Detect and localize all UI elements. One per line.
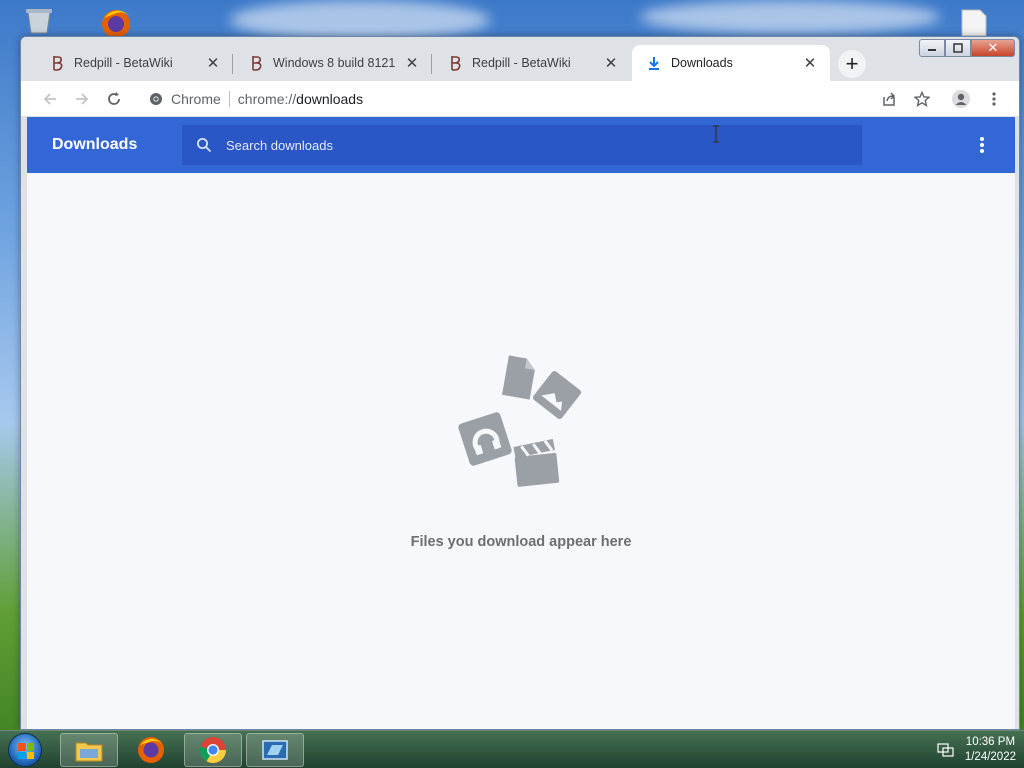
minimize-button[interactable] (919, 39, 945, 57)
forward-button[interactable] (69, 86, 95, 112)
maximize-button[interactable] (945, 39, 971, 57)
tab-title: Downloads (671, 56, 733, 70)
clock-time: 10:36 PM (965, 736, 1016, 748)
downloads-header: Downloads Search downloads (27, 117, 1015, 173)
empty-downloads-illustration-icon (457, 353, 587, 503)
document-desktop-icon[interactable] (956, 8, 992, 37)
site-label: Chrome (171, 91, 221, 107)
search-downloads-input[interactable]: Search downloads (182, 125, 862, 165)
bookmark-star-icon[interactable] (909, 86, 935, 112)
tab-windows-8-build[interactable]: Windows 8 build 8121 - BetaWiki ✕ (234, 45, 432, 81)
download-icon (646, 55, 662, 71)
search-placeholder: Search downloads (226, 137, 333, 153)
toolbar: Chrome chrome:// downloads (21, 81, 1019, 117)
address-bar[interactable]: Chrome chrome:// downloads (139, 85, 999, 113)
firefox-desktop-icon[interactable] (94, 4, 138, 38)
taskbar-chrome-button[interactable] (184, 733, 242, 767)
taskbar: 10:36 PM 1/24/2022 (0, 730, 1024, 768)
betawiki-favicon-icon (49, 55, 65, 71)
chrome-menu-icon[interactable] (981, 86, 1007, 112)
tab-redpill-1[interactable]: Redpill - BetaWiki ✕ (35, 45, 233, 81)
tab-separator (232, 54, 233, 74)
tab-downloads[interactable]: Downloads ✕ (632, 45, 830, 81)
url-scheme: chrome:// (237, 91, 297, 107)
tab-title: Windows 8 build 8121 - BetaWiki (273, 56, 398, 70)
downloads-body: Files you download appear here (27, 173, 1015, 729)
close-tab-icon[interactable]: ✕ (802, 55, 818, 72)
firefox-icon (136, 735, 166, 765)
new-tab-button[interactable]: + (838, 50, 866, 78)
betawiki-favicon-icon (447, 55, 463, 71)
tab-title: Redpill - BetaWiki (74, 56, 173, 70)
share-icon[interactable] (876, 86, 902, 112)
profile-avatar-icon[interactable] (948, 86, 974, 112)
chrome-icon (198, 735, 228, 765)
windows-logo-icon (18, 743, 34, 759)
chrome-window: Redpill - BetaWiki ✕ Windows 8 build 812… (20, 36, 1020, 730)
tab-separator (431, 54, 432, 74)
clock-date: 1/24/2022 (964, 751, 1016, 763)
close-tab-icon[interactable]: ✕ (205, 55, 221, 72)
taskbar-app-button[interactable] (246, 733, 304, 767)
omnibox-divider (228, 91, 230, 107)
desktop-cloud (640, 0, 940, 34)
search-icon (196, 137, 212, 153)
page-title: Downloads (52, 136, 138, 153)
start-button[interactable] (8, 733, 42, 767)
system-tray: 10:36 PM 1/24/2022 (937, 733, 1016, 767)
back-button[interactable] (37, 86, 63, 112)
reload-button[interactable] (101, 86, 127, 112)
tab-title: Redpill - BetaWiki (472, 56, 571, 70)
empty-downloads-message: Files you download appear here (410, 534, 632, 550)
tab-redpill-2[interactable]: Redpill - BetaWiki ✕ (433, 45, 631, 81)
application-window-icon (260, 738, 290, 762)
close-tab-icon[interactable]: ✕ (603, 55, 619, 72)
folder-icon (74, 737, 104, 763)
url-host: downloads (296, 91, 364, 107)
clock[interactable]: 10:36 PM 1/24/2022 (965, 735, 1016, 765)
tab-strip: Redpill - BetaWiki ✕ Windows 8 build 812… (21, 37, 1019, 81)
betawiki-favicon-icon (248, 55, 264, 71)
text-cursor-icon (712, 125, 720, 146)
close-window-button[interactable]: ✕ (971, 39, 1015, 57)
close-tab-icon[interactable]: ✕ (404, 55, 420, 72)
downloads-more-menu-icon[interactable] (975, 135, 989, 155)
taskbar-explorer-button[interactable] (60, 733, 118, 767)
desktop-cloud (230, 0, 490, 40)
taskbar-firefox-button[interactable] (122, 733, 180, 767)
recycle-bin-icon[interactable] (22, 6, 56, 34)
chrome-logo-icon (149, 92, 163, 106)
network-icon[interactable] (937, 742, 955, 758)
